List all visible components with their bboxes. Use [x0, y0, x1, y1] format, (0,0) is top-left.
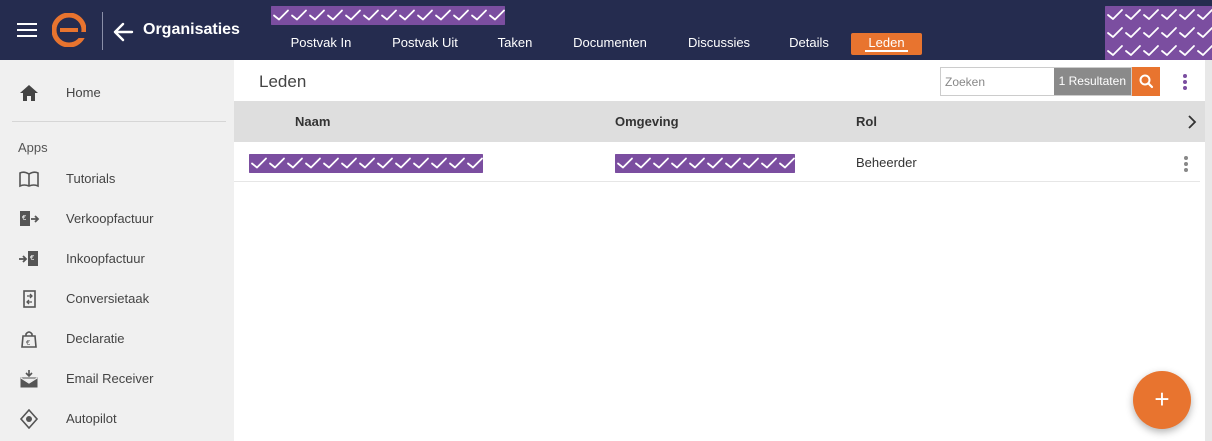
tab-details[interactable]: Details	[780, 33, 838, 55]
book-icon	[19, 171, 39, 188]
sidebar-item-home[interactable]: Home	[0, 73, 234, 113]
sidebar-item-label: Declaratie	[66, 331, 125, 346]
sidebar-item-autopilot[interactable]: Autopilot	[0, 399, 234, 439]
tab-label: Discussies	[687, 35, 751, 50]
tab-label: Postvak In	[290, 35, 352, 50]
app-logo[interactable]	[52, 13, 86, 47]
sidebar-item-declaratie[interactable]: € Declaratie	[0, 319, 234, 359]
table-header: Naam Omgeving Rol	[234, 101, 1206, 142]
tab-label: Postvak Uit	[392, 35, 458, 50]
autopilot-icon	[19, 409, 39, 429]
table-row[interactable]: Beheerder	[234, 142, 1200, 182]
redacted-environment	[615, 154, 795, 173]
sidebar-divider	[12, 121, 226, 122]
active-tab-underline	[865, 50, 908, 52]
column-header-omgeving[interactable]: Omgeving	[615, 114, 679, 129]
sidebar-item-label: Tutorials	[66, 171, 116, 186]
redacted-member-name	[249, 154, 483, 173]
header-divider	[102, 12, 103, 50]
more-options-icon[interactable]	[1178, 72, 1192, 92]
tab-discussies[interactable]: Discussies	[680, 33, 758, 55]
main-content: Leden 1 Resultaten Naam Omgeving Rol Beh…	[234, 60, 1212, 441]
svg-text:€: €	[30, 254, 34, 262]
convert-icon	[23, 290, 36, 308]
sidebar-item-verkoopfactuur[interactable]: € Verkoopfactuur	[0, 199, 234, 239]
tab-label: Details	[789, 35, 829, 50]
back-arrow-icon[interactable]	[112, 22, 134, 42]
sidebar-item-inkoopfactuur[interactable]: € Inkoopfactuur	[0, 239, 234, 279]
tab-leden[interactable]: Leden	[851, 33, 922, 55]
redacted-organisation-name	[271, 6, 505, 25]
sidebar-item-label: Home	[66, 85, 101, 100]
menu-icon[interactable]	[17, 22, 37, 38]
redacted-user-avatar[interactable]	[1105, 6, 1212, 60]
sidebar-item-label: Autopilot	[66, 411, 117, 426]
column-header-rol[interactable]: Rol	[856, 114, 877, 129]
svg-text:€: €	[26, 339, 30, 347]
svg-text:€: €	[22, 214, 26, 222]
chevron-right-icon[interactable]	[1185, 114, 1199, 130]
column-header-naam[interactable]: Naam	[295, 114, 330, 129]
invoice-in-icon: €	[19, 251, 38, 266]
add-member-button[interactable]: +	[1133, 371, 1191, 429]
sidebar-item-label: Verkoopfactuur	[66, 211, 154, 226]
sidebar-item-label: Conversietaak	[66, 291, 150, 306]
sidebar-item-label: Email Receiver	[66, 371, 154, 386]
sidebar-item-label: Inkoopfactuur	[66, 251, 145, 266]
tab-postvak-uit[interactable]: Postvak Uit	[382, 33, 468, 55]
member-role: Beheerder	[856, 155, 917, 170]
expense-bag-icon: €	[21, 331, 37, 348]
scrollbar[interactable]	[1205, 60, 1212, 441]
sidebar-section-header: Apps	[18, 140, 48, 155]
search-button[interactable]	[1132, 67, 1160, 96]
sidebar: Home Apps Tutorials € Verkoopfactuur € I…	[0, 60, 234, 441]
search-icon	[1139, 74, 1154, 89]
section-title: Leden	[259, 72, 307, 91]
email-receiver-icon	[20, 370, 38, 388]
sidebar-item-email-receiver[interactable]: Email Receiver	[0, 359, 234, 399]
top-bar: Organisaties Postvak In Postvak Uit Take…	[0, 0, 1212, 60]
tab-label: Taken	[497, 35, 533, 50]
search-box: 1 Resultaten	[940, 67, 1132, 96]
page-title: Organisaties	[143, 21, 240, 38]
tab-postvak-in[interactable]: Postvak In	[282, 33, 360, 55]
sidebar-item-conversietaak[interactable]: Conversietaak	[0, 279, 234, 319]
tab-taken[interactable]: Taken	[490, 33, 540, 55]
tab-label: Documenten	[573, 35, 647, 50]
row-options-icon[interactable]	[1179, 154, 1193, 174]
sidebar-item-tutorials[interactable]: Tutorials	[0, 159, 234, 199]
search-input[interactable]	[945, 72, 1049, 92]
invoice-out-icon: €	[20, 211, 40, 226]
results-count-badge: 1 Resultaten	[1053, 68, 1131, 95]
tab-label: Leden	[868, 35, 905, 50]
tab-documenten[interactable]: Documenten	[562, 33, 658, 55]
home-icon	[20, 85, 38, 101]
